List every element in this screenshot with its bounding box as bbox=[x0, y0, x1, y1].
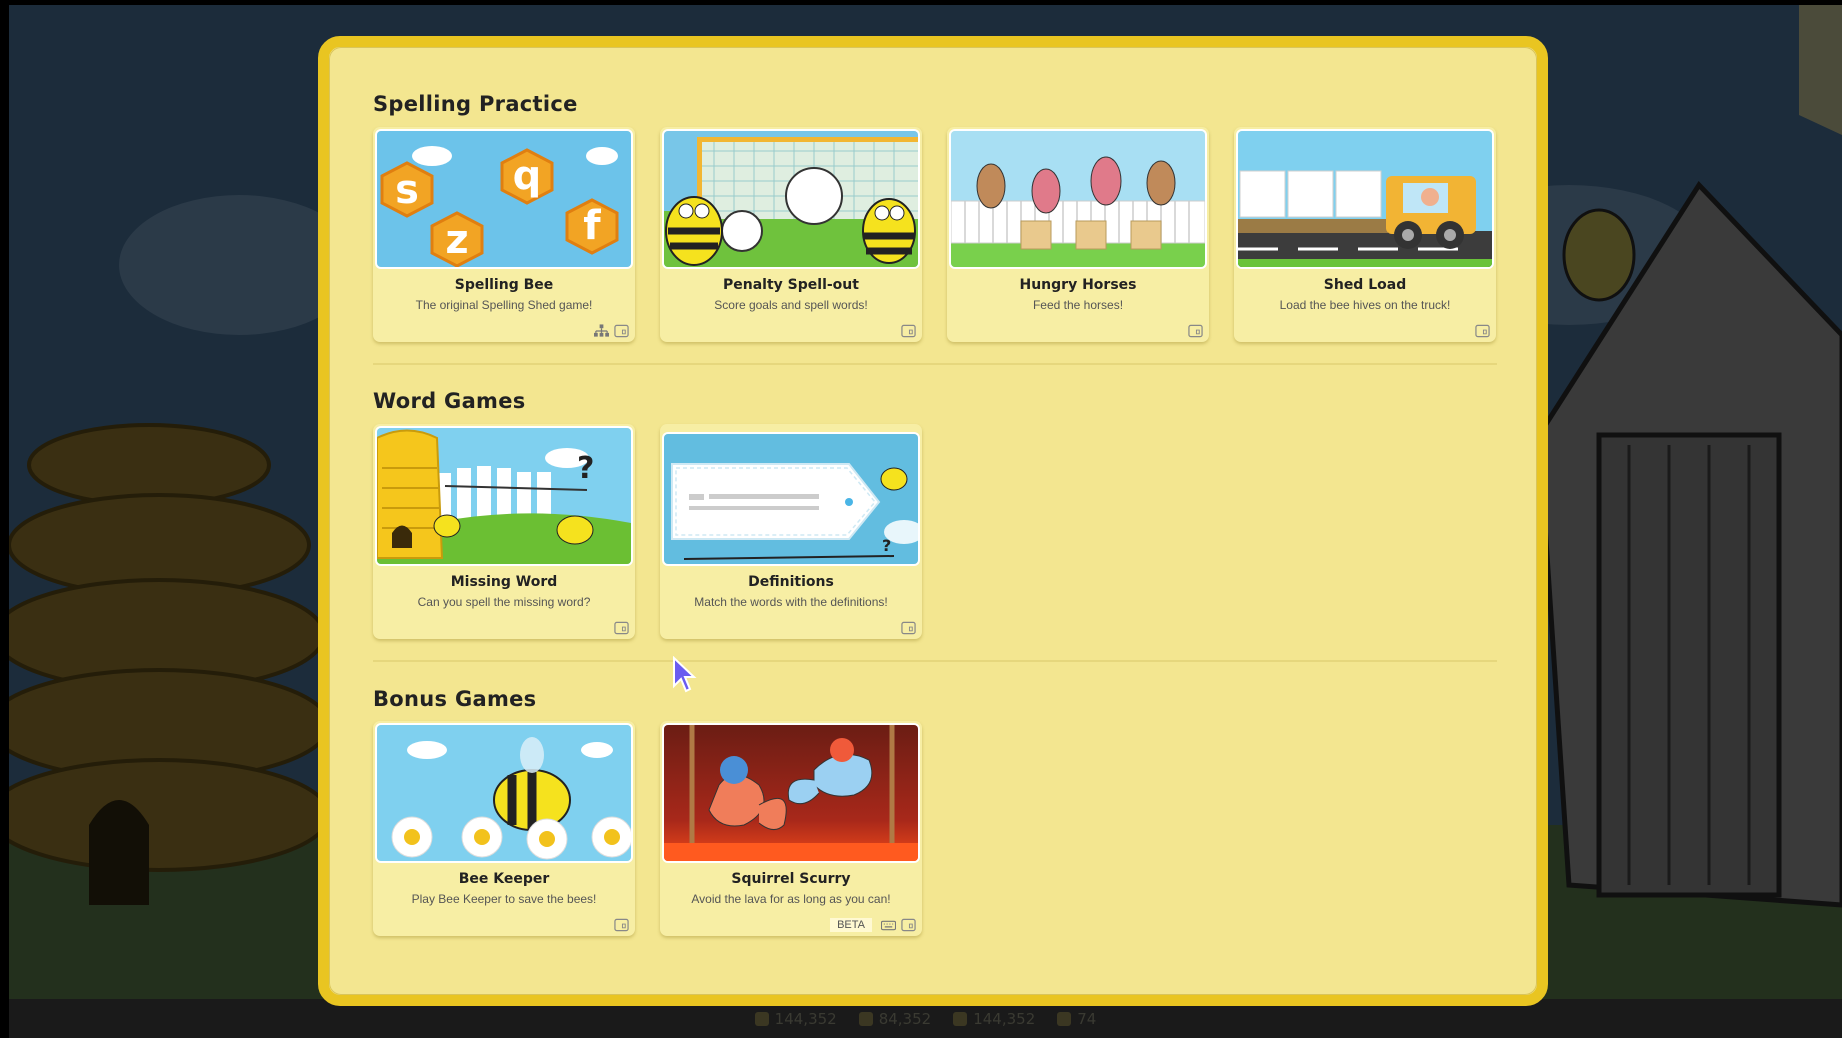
game-title: Spelling Bee bbox=[454, 277, 554, 293]
hierarchy-icon bbox=[594, 324, 609, 337]
definitions-thumbnail: ? bbox=[662, 432, 920, 566]
section-divider bbox=[373, 363, 1497, 365]
stat-points: 84,352 bbox=[858, 1010, 931, 1028]
honey-icon bbox=[754, 1011, 769, 1026]
game-card-squirrel-scurry[interactable]: Squirrel Scurry Avoid the lava for as lo… bbox=[660, 721, 922, 936]
missing-word-thumbnail: ? bbox=[375, 426, 633, 566]
section-title: Spelling Practice bbox=[373, 92, 578, 116]
game-title: Hungry Horses bbox=[1019, 277, 1137, 293]
hive-icon bbox=[1057, 1011, 1072, 1026]
svg-text:?: ? bbox=[577, 451, 594, 486]
tablet-icon bbox=[614, 621, 629, 635]
section-spelling-practice: Spelling Practice bbox=[373, 92, 1497, 122]
tablet-icon bbox=[901, 918, 916, 932]
squirrel-scurry-thumbnail bbox=[662, 723, 920, 863]
bee-keeper-thumbnail bbox=[375, 723, 633, 863]
section-divider bbox=[373, 660, 1497, 662]
game-card-missing-word[interactable]: ? Missing Word Can you spell the missing… bbox=[373, 424, 635, 639]
game-title: Bee Keeper bbox=[458, 871, 550, 887]
svg-text:s: s bbox=[395, 167, 419, 213]
svg-text:q: q bbox=[513, 153, 542, 199]
game-description: Score goals and spell words! bbox=[714, 298, 868, 312]
game-title: Definitions bbox=[748, 574, 834, 590]
spelling-bee-thumbnail: s q z f bbox=[375, 129, 633, 269]
game-description: Load the bee hives on the truck! bbox=[1279, 298, 1451, 312]
penalty-spell-out-thumbnail bbox=[662, 129, 920, 269]
section-bonus-games: Bonus Games bbox=[373, 687, 1497, 717]
tablet-icon bbox=[1188, 324, 1203, 338]
shed-load-thumbnail bbox=[1236, 129, 1494, 269]
stat-hives: 74 bbox=[1057, 1010, 1096, 1028]
trophy-icon bbox=[953, 1011, 968, 1026]
section-title: Word Games bbox=[373, 389, 526, 413]
svg-text:z: z bbox=[445, 217, 468, 263]
medal-icon bbox=[858, 1011, 873, 1026]
game-description: The original Spelling Shed game! bbox=[415, 298, 593, 312]
tablet-icon bbox=[1475, 324, 1490, 338]
svg-text:f: f bbox=[583, 203, 601, 249]
game-card-hungry-horses[interactable]: Hungry Horses Feed the horses! bbox=[947, 127, 1209, 342]
tablet-icon bbox=[614, 324, 629, 338]
game-card-spelling-bee[interactable]: s q z f Spelling Bee The original Spelli… bbox=[373, 127, 635, 342]
section-word-games: Word Games bbox=[373, 389, 1497, 419]
game-description: Can you spell the missing word? bbox=[417, 595, 591, 609]
beta-badge: BETA bbox=[830, 918, 872, 932]
game-description: Avoid the lava for as long as you can! bbox=[691, 892, 891, 906]
game-title: Penalty Spell-out bbox=[723, 277, 859, 293]
game-card-penalty-spell-out[interactable]: Penalty Spell-out Score goals and spell … bbox=[660, 127, 922, 342]
game-card-shed-load[interactable]: Shed Load Load the bee hives on the truc… bbox=[1234, 127, 1496, 342]
game-title: Missing Word bbox=[450, 574, 558, 590]
game-description: Match the words with the definitions! bbox=[694, 595, 888, 609]
game-card-definitions[interactable]: ? Definitions Match the words with the d… bbox=[660, 424, 922, 639]
game-select-modal: Spelling Practice s q z f Spelling Bee T… bbox=[318, 36, 1548, 1006]
stat-trophies: 144,352 bbox=[953, 1010, 1035, 1028]
keyboard-icon bbox=[881, 920, 896, 931]
stat-honeypots: 144,352 bbox=[754, 1010, 837, 1028]
game-title: Squirrel Scurry bbox=[731, 871, 851, 887]
tablet-icon bbox=[901, 324, 916, 338]
hungry-horses-thumbnail bbox=[949, 129, 1207, 269]
game-title: Shed Load bbox=[1323, 277, 1407, 293]
game-description: Play Bee Keeper to save the bees! bbox=[411, 892, 597, 906]
tablet-icon bbox=[614, 918, 629, 932]
game-card-bee-keeper[interactable]: Bee Keeper Play Bee Keeper to save the b… bbox=[373, 721, 635, 936]
section-title: Bonus Games bbox=[373, 687, 537, 711]
game-description: Feed the horses! bbox=[1032, 298, 1124, 312]
tablet-icon bbox=[901, 621, 916, 635]
svg-text:?: ? bbox=[882, 536, 891, 555]
mouse-cursor-icon bbox=[673, 656, 697, 693]
